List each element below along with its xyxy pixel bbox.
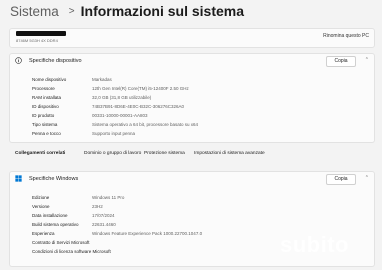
domain-workgroup-link[interactable]: Dominio o gruppo di lavoro bbox=[84, 151, 141, 156]
spec-value: 12th Gen Intel(R) Core(TM) i5-12400F 2.5… bbox=[92, 86, 189, 91]
spec-key: Processore bbox=[32, 86, 55, 91]
spec-value: Windows 11 Pro bbox=[92, 195, 125, 200]
rename-pc-button[interactable]: Rinomina questo PC bbox=[323, 33, 369, 39]
spec-value: Sistema operativo a 64 bit, processore b… bbox=[92, 122, 199, 127]
spec-key: Tipo sistema bbox=[32, 122, 58, 127]
redacted-device-name bbox=[16, 31, 66, 36]
spec-key: Esperienza bbox=[32, 231, 55, 236]
spec-value: Supporto input penna bbox=[92, 131, 136, 136]
advanced-system-settings-link[interactable]: Impostazioni di sistema avanzate bbox=[194, 151, 265, 156]
device-card: 8746M 5G3H 4X DDR4 Rinomina questo PC bbox=[9, 28, 375, 48]
spec-value: 00331-10000-00001-AA803 bbox=[92, 113, 148, 118]
breadcrumb: Sistema > Informazioni sul sistema bbox=[10, 0, 244, 22]
microsoft-license-terms-link[interactable]: Condizioni di licenza software Microsoft bbox=[32, 249, 111, 254]
info-icon bbox=[15, 57, 22, 64]
device-specs-summary: 8746M 5G3H 4X DDR4 bbox=[16, 38, 58, 43]
device-specs-body: Nome dispositivo Markadas Processore 12th … bbox=[9, 68, 375, 143]
spec-value: 22631.4460 bbox=[92, 222, 116, 227]
spec-key: Data installazione bbox=[32, 213, 68, 218]
spec-value: 23H2 bbox=[92, 204, 103, 209]
watermark-logo: subito bbox=[280, 232, 349, 257]
device-specs-header[interactable]: Specifiche dispositivo Copia ⌃ bbox=[9, 53, 375, 69]
copy-windows-specs-button[interactable]: Copia bbox=[326, 174, 356, 185]
spec-key: Edizione bbox=[32, 195, 50, 200]
spec-value: 32,0 GB (31,8 GB utilizzabile) bbox=[92, 95, 152, 100]
device-specs-title: Specifiche dispositivo bbox=[29, 58, 82, 64]
breadcrumb-parent[interactable]: Sistema bbox=[10, 4, 59, 19]
spec-key: Build sistema operativo bbox=[32, 222, 79, 227]
chevron-right-icon: > bbox=[68, 5, 75, 17]
windows-specs-header[interactable]: Specifiche Windows Copia ⌃ bbox=[9, 171, 375, 187]
microsoft-services-agreement-link[interactable]: Contratto di Servizi Microsoft bbox=[32, 240, 90, 245]
spec-value: Windows Feature Experience Pack 1000.227… bbox=[92, 231, 203, 236]
spec-value: 74B37B91-8D6E-4E0C-B32C-306276C326A0 bbox=[92, 104, 185, 109]
copy-device-specs-button[interactable]: Copia bbox=[326, 56, 356, 67]
spec-key: Penna e tocco bbox=[32, 131, 61, 136]
spec-key: Versione bbox=[32, 204, 50, 209]
chevron-up-icon[interactable]: ⌃ bbox=[365, 57, 369, 63]
spec-key: ID dispositivo bbox=[32, 104, 59, 109]
spec-value: Markadas bbox=[92, 77, 112, 82]
windows-logo-icon bbox=[15, 175, 22, 182]
related-links-bar: Collegamenti correlati Dominio o gruppo … bbox=[9, 146, 373, 162]
related-links-title: Collegamenti correlati bbox=[15, 151, 66, 156]
spec-key: Nome dispositivo bbox=[32, 77, 67, 82]
system-protection-link[interactable]: Protezione sistema bbox=[144, 151, 185, 156]
windows-specs-title: Specifiche Windows bbox=[29, 176, 79, 182]
chevron-up-icon[interactable]: ⌃ bbox=[365, 175, 369, 181]
spec-key: RAM installata bbox=[32, 95, 62, 100]
page-title: Informazioni sul sistema bbox=[80, 3, 244, 19]
spec-key: ID prodotto bbox=[32, 113, 55, 118]
spec-value: 17/07/2024 bbox=[92, 213, 115, 218]
